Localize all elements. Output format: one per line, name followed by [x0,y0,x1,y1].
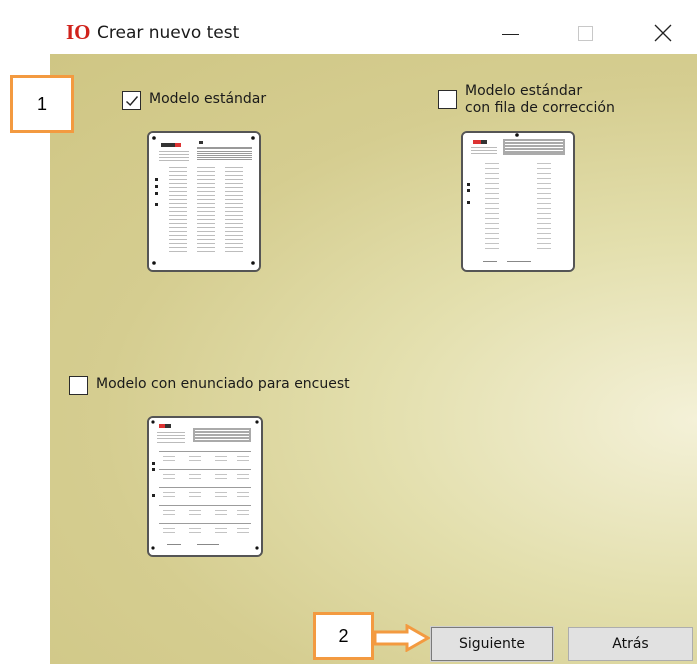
option-survey[interactable]: Modelo con enunciado para encuest [69,376,350,395]
option-standard[interactable]: Modelo estándar [122,91,266,110]
close-icon[interactable] [643,10,683,46]
callout-number-1: 1 [10,75,74,133]
back-button[interactable]: Atrás [568,627,693,661]
answer-sheet-preview-icon [463,133,573,270]
next-button[interactable]: Siguiente [430,626,554,662]
title-bar: IO Crear nuevo test [0,0,697,54]
answer-sheet-preview-icon [149,133,259,270]
standard-label: Modelo estándar [149,91,267,107]
option-correction-row[interactable]: Modelo estándar con fila de corrección [438,83,615,117]
correction-model-thumbnail[interactable] [461,131,575,272]
survey-label: Modelo con enunciado para encuest [96,376,350,392]
correction-label: Modelo estándar con fila de corrección [465,83,615,116]
standard-checkbox[interactable] [122,91,141,110]
correction-checkbox[interactable] [438,90,457,109]
window-title: Crear nuevo test [97,23,240,43]
checkmark-icon [126,96,139,107]
arrow-right-icon [373,624,431,652]
survey-model-thumbnail[interactable] [147,416,263,557]
app-logo: IO [66,20,91,44]
standard-model-thumbnail[interactable] [147,131,261,272]
callout-number-2: 2 [313,612,374,660]
minimize-icon[interactable] [490,10,530,46]
maximize-icon[interactable] [565,10,605,46]
survey-checkbox[interactable] [69,376,88,395]
answer-sheet-preview-icon [149,418,261,555]
